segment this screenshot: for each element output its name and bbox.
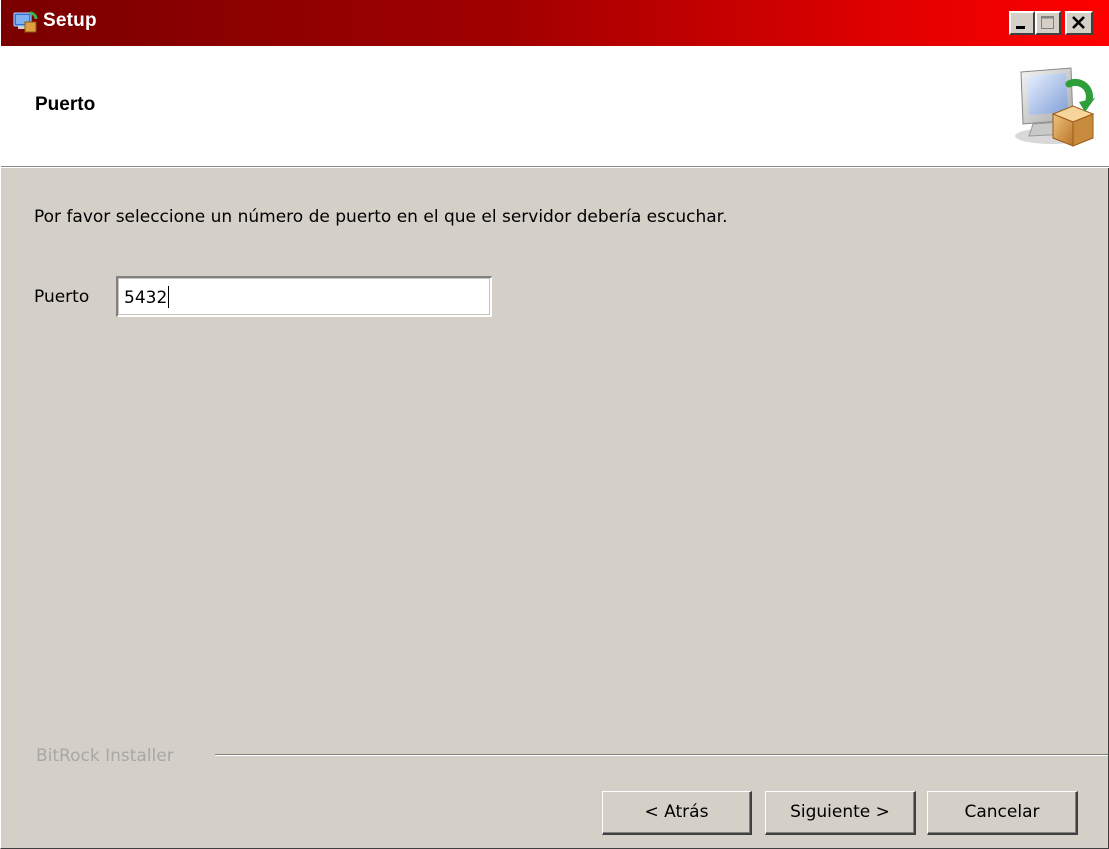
footer-divider: [215, 754, 1108, 756]
header-divider: [1, 167, 1109, 168]
close-button[interactable]: [1065, 11, 1093, 35]
page-title: Puerto: [35, 94, 96, 115]
cancel-button[interactable]: Cancelar: [927, 791, 1078, 835]
maximize-button[interactable]: [1035, 11, 1061, 35]
close-icon: [1072, 16, 1085, 29]
brand-label: BitRock Installer: [36, 746, 174, 766]
setup-installer-icon: [13, 11, 39, 35]
next-button[interactable]: Siguiente >: [765, 791, 916, 835]
text-caret: [168, 286, 170, 308]
port-input[interactable]: 5432: [116, 276, 492, 317]
maximize-icon: [1041, 16, 1054, 29]
window-title: Setup: [43, 10, 97, 31]
port-label: Puerto: [34, 287, 90, 307]
minimize-button[interactable]: [1009, 11, 1035, 35]
back-button[interactable]: < Atrás: [602, 791, 752, 835]
minimize-icon: [1016, 26, 1025, 29]
computer-package-icon: [1011, 62, 1095, 150]
setup-window: Setup Puerto Por favor seleccione un núm…: [0, 0, 1109, 849]
instruction-text: Por favor seleccione un número de puerto…: [34, 207, 728, 227]
wizard-header: Puerto: [1, 46, 1109, 167]
title-bar[interactable]: Setup: [1, 0, 1109, 46]
port-input-value: 5432: [124, 288, 168, 308]
